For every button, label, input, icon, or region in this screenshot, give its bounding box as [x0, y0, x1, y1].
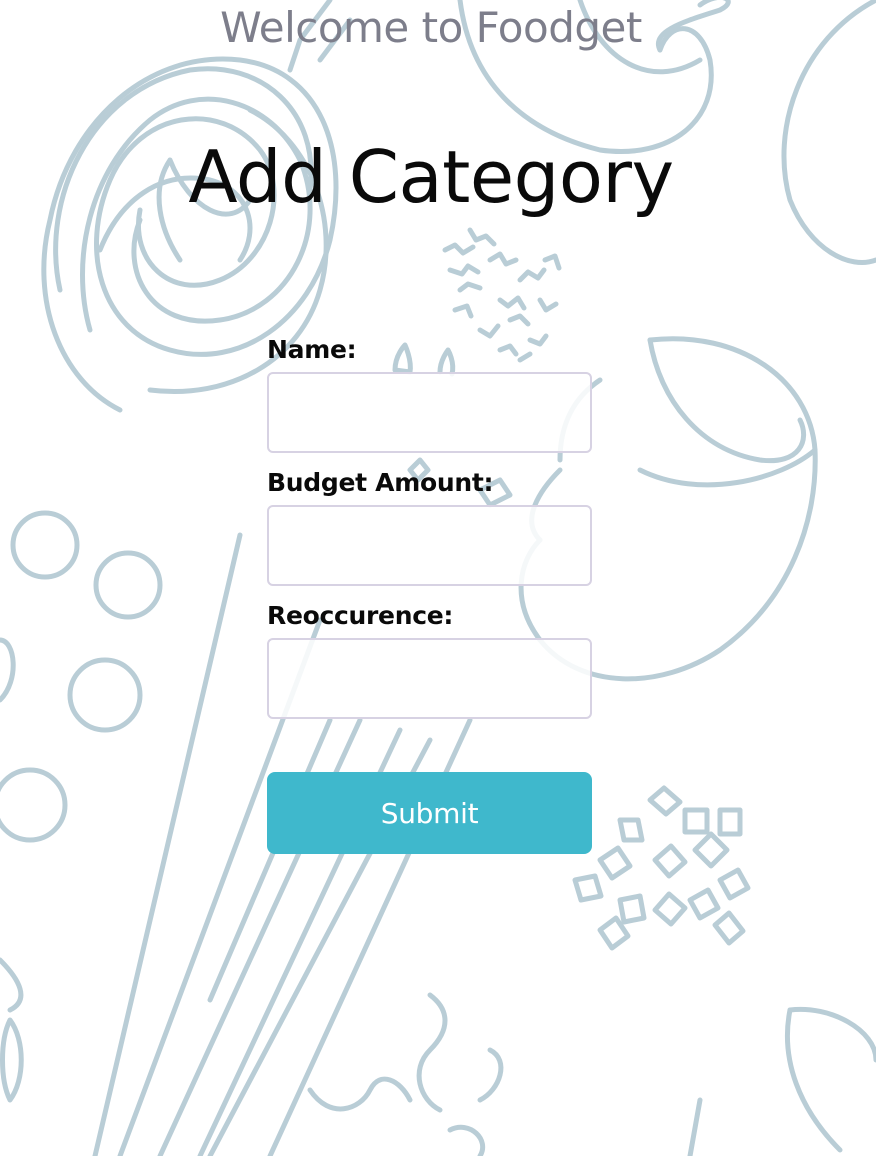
name-input[interactable] [267, 372, 592, 453]
reoccurence-input[interactable] [267, 638, 592, 719]
reoccurence-label: Reoccurence: [267, 601, 454, 630]
budget-amount-input[interactable] [267, 505, 592, 586]
name-label: Name: [267, 335, 357, 364]
page-title: Add Category [188, 135, 674, 219]
add-category-form: Name: Budget Amount: Reoccurence: Submit [267, 330, 592, 854]
welcome-text: Welcome to Foodget [220, 3, 642, 52]
budget-amount-label: Budget Amount: [267, 468, 494, 497]
submit-button[interactable]: Submit [267, 772, 592, 854]
page-content: Welcome to Foodget Add Category Name: Bu… [0, 0, 876, 1156]
